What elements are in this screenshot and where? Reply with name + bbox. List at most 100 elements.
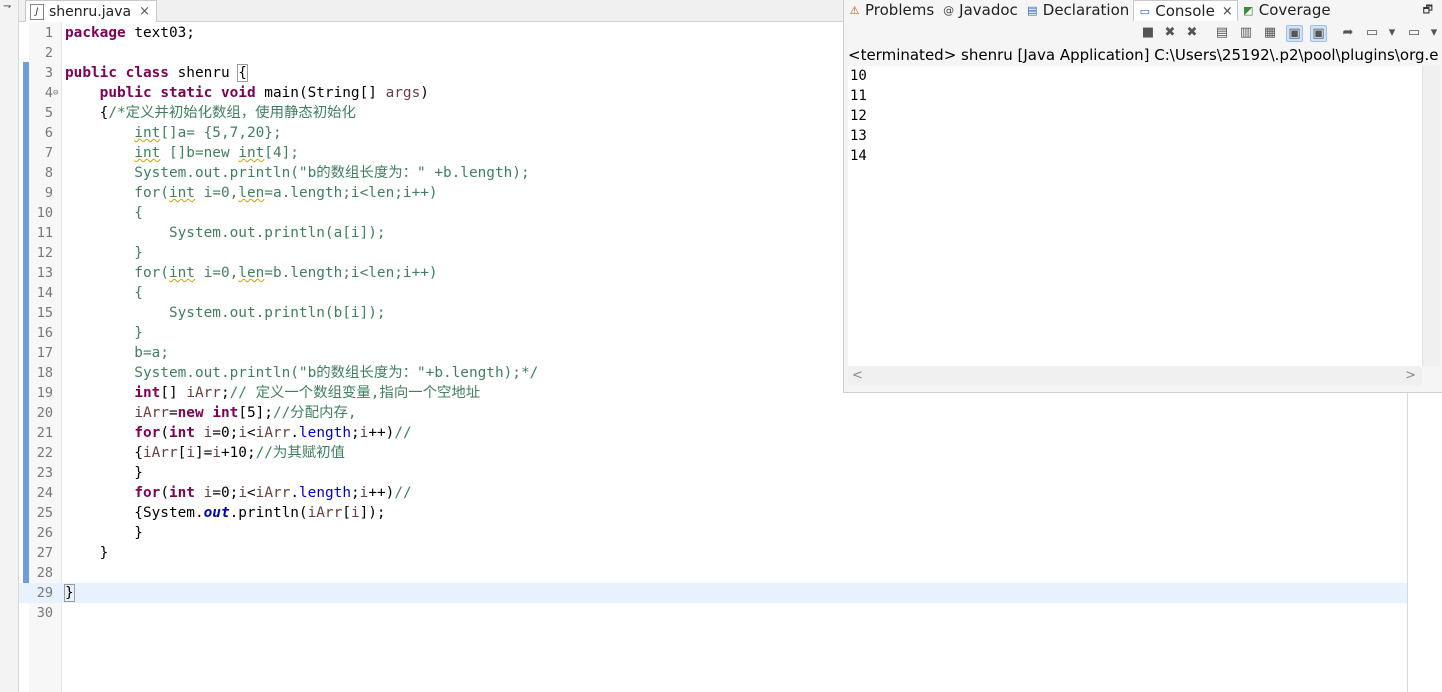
- code-line[interactable]: 23 }: [19, 463, 1408, 483]
- code-line[interactable]: 29}: [19, 583, 1408, 603]
- line-number: 7: [44, 145, 53, 161]
- code-text: for(int i=0;i<iArr.length;i++)//: [134, 485, 412, 501]
- display-console-dropdown-icon[interactable]: ▾: [1384, 25, 1400, 41]
- line-number: 2: [44, 45, 53, 61]
- code-text: }: [65, 465, 143, 481]
- line-number: 22: [36, 445, 53, 461]
- editor-tab-label: shenru.java: [49, 3, 132, 20]
- code-text: {/*定义并初始化数组，使用静态初始化: [65, 105, 356, 121]
- code-text: int[]a= {5,7,20};: [134, 125, 282, 141]
- code-text: {System.out.println(iArr[i]);: [65, 505, 386, 521]
- tab-javadoc[interactable]: @ Javadoc: [938, 0, 1022, 20]
- code-text: {iArr[i]=i+10;//为其赋初值: [65, 445, 345, 461]
- code-text: }: [64, 584, 75, 602]
- tab-label: Problems: [865, 1, 935, 19]
- code-text: public class shenru {: [65, 64, 248, 82]
- tab-label: Coverage: [1258, 1, 1331, 19]
- tab-label: Declaration: [1042, 1, 1130, 19]
- code-text: {: [65, 285, 143, 301]
- terminate-icon[interactable]: ■: [1140, 25, 1156, 41]
- show-on-stderr-icon[interactable]: ▣: [1310, 25, 1327, 42]
- code-line[interactable]: 27 }: [19, 543, 1408, 563]
- console-output-line: 13: [850, 128, 867, 144]
- line-number: 26: [36, 525, 53, 541]
- maximize-icon[interactable]: 🗗: [1423, 1, 1433, 20]
- line-number: 10: [36, 205, 53, 221]
- console-vertical-scrollbar[interactable]: [1422, 66, 1440, 366]
- line-number: 14: [36, 285, 53, 301]
- fold-toggle-icon[interactable]: ⊖: [53, 83, 58, 103]
- console-toolbar: ■ ✖ ✖ ▤ ▥ ▦ ▣ ▣ ➦ ▭ ▾ ▭ ▾: [844, 22, 1442, 46]
- scroll-left-icon[interactable]: <: [852, 368, 863, 383]
- coverage-icon: ◩: [1243, 3, 1254, 17]
- code-text: {: [65, 205, 143, 221]
- display-selected-console-icon[interactable]: ▭: [1364, 25, 1380, 41]
- line-number: 29: [36, 585, 53, 601]
- tab-label: Javadoc: [959, 1, 1018, 19]
- line-number: 11: [36, 225, 53, 241]
- tab-console[interactable]: ▭ Console ×: [1133, 0, 1238, 21]
- code-line[interactable]: 30: [19, 603, 1408, 623]
- line-number: 23: [36, 465, 53, 481]
- code-line[interactable]: 25 {System.out.println(iArr[i]);: [19, 503, 1408, 523]
- line-number: 25: [36, 505, 53, 521]
- console-output-line: 11: [850, 88, 867, 104]
- open-console-dropdown-icon[interactable]: ▾: [1426, 25, 1442, 41]
- left-trim: ⇁: [0, 0, 19, 692]
- code-line[interactable]: 22 {iArr[i]=i+10;//为其赋初值: [19, 443, 1408, 463]
- console-panel: ⚠ Problems @ Javadoc ▤ Declaration ▭ Console × ◩ C…: [843, 0, 1442, 393]
- console-horizontal-scrollbar[interactable]: < >: [848, 366, 1422, 386]
- code-text: for(int i=0;i<iArr.length;i++)//: [134, 425, 412, 441]
- line-number: 9: [44, 185, 53, 201]
- close-icon[interactable]: ×: [1222, 4, 1233, 19]
- open-console-icon[interactable]: ▭: [1406, 25, 1422, 41]
- scroll-right-icon[interactable]: >: [1405, 368, 1416, 383]
- line-number: 17: [36, 345, 53, 361]
- javadoc-icon: @: [943, 3, 955, 17]
- code-text: for(int i=0,len=a.length;i<len;i++): [65, 185, 438, 201]
- editor-tab-shenru[interactable]: J shenru.java ×: [25, 0, 157, 22]
- clear-console-icon[interactable]: ▤: [1214, 25, 1230, 41]
- remove-all-terminated-icon[interactable]: ✖: [1184, 25, 1200, 41]
- code-text: }: [65, 325, 143, 341]
- code-text: }: [65, 525, 143, 541]
- code-text: System.out.println("b的数组长度为："+b.length);…: [65, 365, 539, 381]
- code-text: package text03;: [65, 25, 195, 41]
- line-number: 6: [44, 125, 53, 141]
- tab-declaration[interactable]: ▤ Declaration: [1022, 0, 1133, 20]
- tab-problems[interactable]: ⚠ Problems: [844, 0, 938, 20]
- close-icon[interactable]: ×: [139, 4, 150, 19]
- pin-console-icon[interactable]: ➦: [1340, 25, 1356, 41]
- code-text: iArr=new int[5];//分配内存,: [134, 405, 357, 421]
- restore-icon[interactable]: ⇁: [3, 1, 11, 12]
- tab-label: Console: [1155, 2, 1215, 20]
- line-number: 20: [36, 405, 53, 421]
- code-text: int []b=new int[4];: [134, 145, 299, 161]
- code-line[interactable]: 20 iArr=new int[5];//分配内存,: [19, 403, 1408, 423]
- line-number: 30: [36, 605, 53, 621]
- java-file-icon: J: [30, 3, 44, 20]
- panel-tab-bar: ⚠ Problems @ Javadoc ▤ Declaration ▭ Console × ◩ C…: [844, 0, 1442, 21]
- line-number: 21: [36, 425, 53, 441]
- console-icon: ▭: [1139, 4, 1150, 18]
- show-on-stdout-icon[interactable]: ▣: [1286, 25, 1303, 42]
- line-number: 15: [36, 305, 53, 321]
- line-number: 12: [36, 245, 53, 261]
- declaration-icon: ▤: [1027, 3, 1038, 17]
- code-line[interactable]: 21 for(int i=0;i<iArr.length;i++)//: [19, 423, 1408, 443]
- word-wrap-icon[interactable]: ▦: [1262, 25, 1278, 41]
- code-line[interactable]: 24 for(int i=0;i<iArr.length;i++)//: [19, 483, 1408, 503]
- scroll-lock-icon[interactable]: ▥: [1238, 25, 1254, 41]
- remove-launch-icon[interactable]: ✖: [1162, 25, 1178, 41]
- console-title: <terminated> shenru [Java Application] C…: [848, 46, 1438, 64]
- line-number: 13: [36, 265, 53, 281]
- code-text: int[] iArr;// 定义一个数组变量,指向一个空地址: [134, 385, 481, 401]
- line-number: 28: [36, 565, 53, 581]
- console-output-line: 10: [850, 68, 867, 84]
- console-output-line: 12: [850, 108, 867, 124]
- line-number: 8: [44, 165, 53, 181]
- code-line[interactable]: 26 }: [19, 523, 1408, 543]
- console-output[interactable]: 10 11 12 13 14: [848, 66, 1422, 366]
- tab-coverage[interactable]: ◩ Coverage: [1238, 0, 1335, 20]
- code-line[interactable]: 28: [19, 563, 1408, 583]
